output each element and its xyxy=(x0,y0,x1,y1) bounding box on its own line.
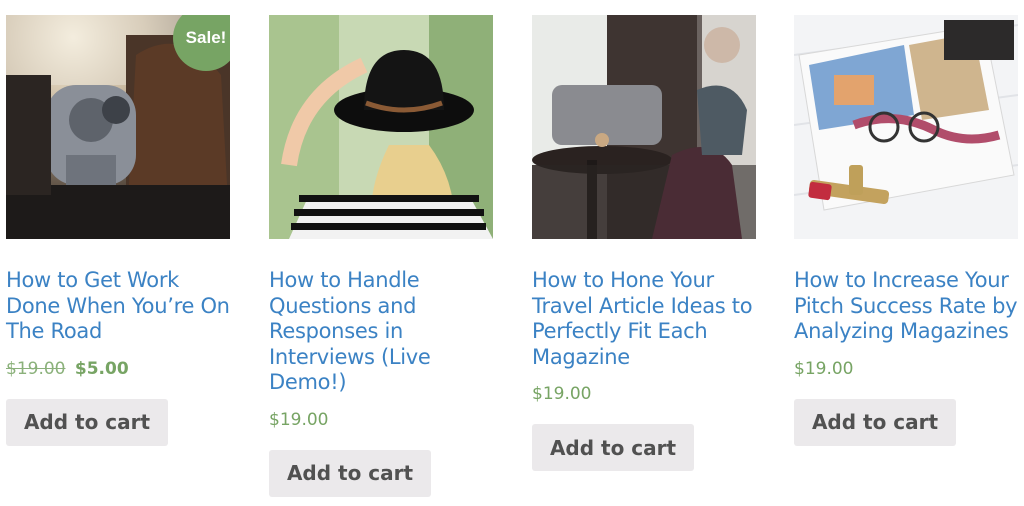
product-image[interactable] xyxy=(532,15,756,239)
sale-price: $5.00 xyxy=(74,358,129,379)
product-card: How to Handle Questions and Responses in… xyxy=(269,15,493,497)
product-price: $19.00 $5.00 xyxy=(6,359,230,379)
add-to-cart-button[interactable]: Add to cart xyxy=(269,449,431,497)
product-image[interactable] xyxy=(269,15,493,239)
product-card: How to Hone Your Travel Article Ideas to… xyxy=(532,15,756,471)
product-image[interactable] xyxy=(794,15,1018,239)
add-to-cart-button[interactable]: Add to cart xyxy=(6,398,168,446)
product-image[interactable]: Sale! xyxy=(6,15,230,239)
product-title[interactable]: How to Get Work Done When You’re On The … xyxy=(6,268,230,345)
add-to-cart-button[interactable]: Add to cart xyxy=(794,398,956,446)
product-price: $19.00 xyxy=(269,409,329,430)
product-grid: Sale! How to Get Work Done When You’re O… xyxy=(0,0,1024,506)
product-title[interactable]: How to Hone Your Travel Article Ideas to… xyxy=(532,268,756,370)
product-price: $19.00 xyxy=(532,384,592,404)
product-title[interactable]: How to Increase Your Pitch Success Rate … xyxy=(794,268,1018,345)
product-card: Sale! How to Get Work Done When You’re O… xyxy=(6,15,230,446)
add-to-cart-button[interactable]: Add to cart xyxy=(532,424,694,471)
product-card: How to Increase Your Pitch Success Rate … xyxy=(794,15,1018,446)
product-title[interactable]: How to Handle Questions and Responses in… xyxy=(269,268,493,396)
product-price: $19.00 xyxy=(794,358,854,379)
regular-price: $19.00 xyxy=(6,358,66,379)
